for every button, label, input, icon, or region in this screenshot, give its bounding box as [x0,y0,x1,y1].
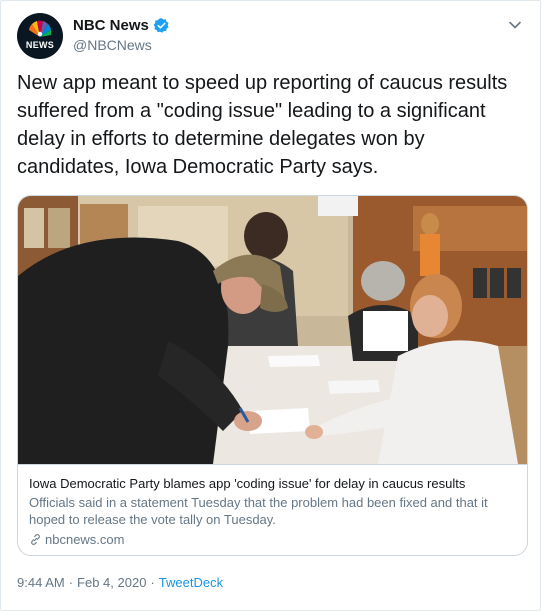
display-name[interactable]: NBC News [73,17,149,34]
name-row: NBC News [73,16,170,35]
card-title[interactable]: Iowa Democratic Party blames app 'coding… [29,475,518,492]
link-card[interactable]: Iowa Democratic Party blames app 'coding… [17,195,528,556]
avatar-label: NEWS [25,40,55,50]
tweet-time[interactable]: 9:44 AM [17,575,65,590]
card-body[interactable]: Iowa Democratic Party blames app 'coding… [18,464,527,555]
tweet-meta: 9:44 AM · Feb 4, 2020 · TweetDeck [17,575,223,590]
tweet-container: NEWS NBC News @NBCNews New app meant to … [0,0,541,611]
link-icon [31,534,40,545]
account-names: NBC News @NBCNews [73,16,170,53]
tweet-text: New app meant to speed up reporting of c… [17,72,508,178]
card-domain[interactable]: nbcnews.com [45,532,124,547]
avatar[interactable]: NEWS [17,13,63,59]
tweet-date[interactable]: Feb 4, 2020 [77,575,146,590]
account-handle[interactable]: @NBCNews [73,37,170,53]
meta-separator: · [150,575,155,590]
card-image[interactable] [18,196,528,464]
verified-badge-icon [153,18,169,33]
tweet-header: NEWS NBC News @NBCNews [17,13,524,59]
card-description: Officials said in a statement Tuesday th… [29,495,488,527]
chevron-down-icon[interactable] [506,16,524,34]
meta-separator: · [68,575,74,590]
card-domain-row[interactable]: nbcnews.com [29,532,518,547]
peacock-logo-icon [29,20,52,37]
tweet-source-link[interactable]: TweetDeck [159,575,223,590]
